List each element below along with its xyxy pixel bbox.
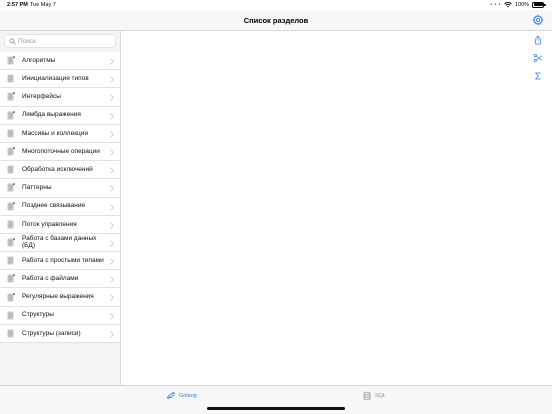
list-item[interactable]: Лямбда выражения bbox=[0, 106, 120, 125]
tab-golang-label: Golang bbox=[179, 393, 197, 399]
chevron-right-icon bbox=[110, 294, 114, 302]
database-icon bbox=[363, 391, 371, 401]
list-item-label: Поток управления bbox=[22, 220, 77, 228]
chevron-right-icon bbox=[110, 167, 114, 174]
document-icon bbox=[7, 238, 15, 247]
gear-icon[interactable] bbox=[532, 14, 544, 26]
tab-sql[interactable]: SQL bbox=[362, 391, 386, 401]
list-item-label: Работа с простыми типами bbox=[22, 256, 104, 264]
list-item[interactable]: Поток управления bbox=[0, 215, 120, 234]
status-date: Tue May 7 bbox=[30, 2, 56, 8]
list-item-label: Структуры (записи) bbox=[22, 329, 81, 337]
document-icon bbox=[7, 110, 15, 120]
list-item-label: Работа с базами данных (БД) bbox=[22, 234, 97, 250]
list-item-label: Обработка исключений bbox=[22, 165, 93, 173]
document-icon bbox=[7, 274, 15, 283]
chevron-right-icon bbox=[110, 112, 114, 120]
list-item[interactable]: Алгоритмы bbox=[0, 52, 120, 71]
list-item[interactable]: Работа с файлами bbox=[0, 270, 120, 289]
list-item[interactable]: Многопоточные операции bbox=[0, 142, 120, 162]
list-item-label: Алгоритмы bbox=[22, 56, 56, 64]
share-icon[interactable] bbox=[533, 35, 543, 45]
document-icon bbox=[7, 147, 15, 156]
list-item[interactable]: Позднее связывание bbox=[0, 197, 120, 216]
home-indicator[interactable] bbox=[207, 407, 345, 410]
list-item-label: Лямбда выражения bbox=[22, 111, 81, 119]
search-icon bbox=[9, 37, 16, 45]
list-item[interactable]: Работа с базами данных (БД) bbox=[0, 233, 120, 253]
document-icon bbox=[7, 183, 15, 192]
list-item-label: Структуры bbox=[22, 311, 54, 319]
tab-sql-label: SQL bbox=[375, 393, 387, 399]
list-item[interactable]: Работа с простыми типами bbox=[0, 252, 120, 271]
list-item[interactable]: Структуры bbox=[0, 306, 120, 325]
sigma-icon[interactable] bbox=[533, 71, 543, 81]
chevron-right-icon bbox=[110, 331, 114, 338]
multitasking-dots-icon: • • • bbox=[490, 1, 501, 8]
search-field[interactable] bbox=[4, 34, 116, 48]
list-item[interactable]: Паттерны bbox=[0, 179, 120, 198]
list-item-label: Паттерны bbox=[22, 184, 52, 192]
detail-content bbox=[121, 31, 552, 385]
chevron-right-icon bbox=[110, 185, 114, 192]
sidebar: Алгоритмы Инициализация типов Интерфейсы Ля… bbox=[0, 31, 121, 385]
list-item-label: Многопоточные операции bbox=[22, 147, 100, 155]
chevron-right-icon bbox=[110, 312, 114, 320]
document-icon bbox=[7, 220, 14, 229]
list-item-label: Работа с файлами bbox=[22, 275, 79, 283]
document-icon bbox=[7, 92, 15, 101]
document-icon bbox=[7, 292, 15, 302]
chevron-right-icon bbox=[110, 258, 114, 265]
list-item-label: Инициализация типов bbox=[22, 75, 89, 83]
document-icon bbox=[7, 256, 14, 265]
chevron-right-icon bbox=[110, 276, 114, 283]
list-item[interactable]: Интерфейсы bbox=[0, 88, 120, 107]
page-title: Список разделов bbox=[243, 16, 309, 25]
document-icon bbox=[7, 329, 14, 338]
search-input[interactable] bbox=[18, 37, 113, 45]
chevron-right-icon bbox=[110, 240, 114, 247]
search-bar bbox=[0, 31, 120, 52]
list-item[interactable]: Инициализация типов bbox=[0, 70, 120, 89]
list-item[interactable]: Структуры (записи) bbox=[0, 324, 120, 343]
status-bar: 2:57 PM Tue May 7 • • • 100% bbox=[0, 0, 552, 10]
chevron-right-icon bbox=[110, 131, 114, 138]
chevron-right-icon bbox=[110, 203, 114, 211]
document-icon bbox=[7, 129, 14, 138]
list-item-label: Массивы и коллекции bbox=[22, 129, 89, 137]
battery-percent: 100% bbox=[514, 1, 529, 8]
list-item[interactable]: Массивы и коллекции bbox=[0, 124, 120, 143]
status-indicators: • • • 100% bbox=[490, 1, 546, 8]
status-time: 2:57 PM bbox=[7, 2, 28, 8]
list-item[interactable]: Регулярные выражения bbox=[0, 288, 120, 307]
list-item-label: Интерфейсы bbox=[22, 93, 61, 101]
tab-golang[interactable]: Golang bbox=[166, 391, 197, 401]
battery-icon bbox=[532, 1, 546, 8]
document-icon bbox=[7, 311, 14, 320]
document-icon bbox=[7, 201, 15, 211]
list-item[interactable]: Обработка исключений bbox=[0, 161, 120, 180]
document-icon bbox=[7, 74, 14, 83]
chevron-right-icon bbox=[110, 76, 114, 83]
wifi-icon bbox=[504, 1, 512, 7]
list-item-label: Позднее связывание bbox=[22, 202, 86, 210]
list-item-label: Регулярные выражения bbox=[22, 293, 94, 301]
chevron-right-icon bbox=[110, 58, 114, 65]
document-icon bbox=[7, 56, 15, 65]
gopher-icon bbox=[166, 392, 175, 400]
scissors-icon[interactable] bbox=[533, 53, 543, 63]
chevron-right-icon bbox=[110, 94, 114, 102]
chevron-right-icon bbox=[110, 149, 114, 156]
document-icon bbox=[7, 165, 14, 174]
navigation-bar: Список разделов bbox=[0, 10, 552, 31]
section-list: Алгоритмы Инициализация типов Интерфейсы Ля… bbox=[0, 52, 120, 343]
chevron-right-icon bbox=[110, 222, 114, 229]
